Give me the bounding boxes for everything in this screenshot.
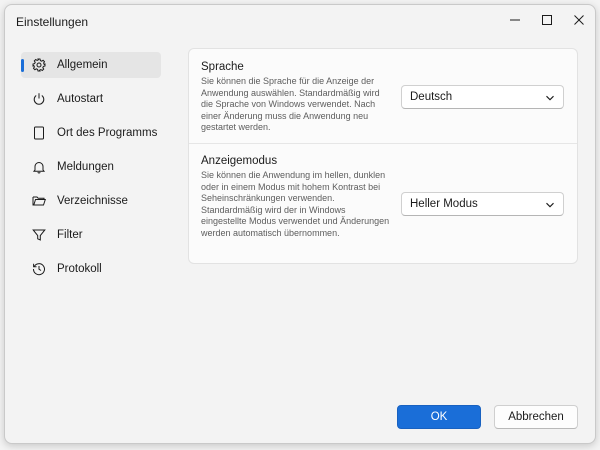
language-description: Sie können die Sprache für die Anzeige d… [201, 76, 380, 133]
ok-button[interactable]: OK [397, 405, 481, 429]
sidebar-item-ort-des-programms[interactable]: Ort des Programms [21, 120, 161, 146]
sidebar-item-label: Meldungen [57, 161, 114, 173]
sidebar: Allgemein Autostart Ort des Programms Me… [21, 52, 161, 290]
document-icon [31, 125, 47, 141]
language-dropdown[interactable]: Deutsch [401, 85, 564, 109]
settings-window: Einstellungen Allgemein Autostart Ort de… [4, 4, 596, 444]
bell-icon [31, 159, 47, 175]
sidebar-item-label: Allgemein [57, 59, 108, 71]
filter-icon [31, 227, 47, 243]
folder-icon [31, 193, 47, 209]
chevron-down-icon [545, 93, 555, 106]
language-title: Sprache [201, 61, 244, 73]
minimize-button[interactable] [499, 5, 531, 35]
history-icon [31, 261, 47, 277]
sidebar-item-label: Protokoll [57, 263, 102, 275]
sidebar-item-label: Filter [57, 229, 83, 241]
settings-card: Sprache Sie können die Sprache für die A… [188, 48, 578, 264]
power-icon [31, 91, 47, 107]
minimize-icon [510, 15, 520, 25]
sidebar-item-label: Ort des Programms [57, 127, 158, 139]
sidebar-item-label: Verzeichnisse [57, 195, 128, 207]
maximize-icon [542, 15, 552, 25]
sidebar-item-allgemein[interactable]: Allgemein [21, 52, 161, 78]
sidebar-item-verzeichnisse[interactable]: Verzeichnisse [21, 188, 161, 214]
sidebar-item-meldungen[interactable]: Meldungen [21, 154, 161, 180]
display-mode-setting: Anzeigemodus Sie können die Anwendung im… [189, 144, 577, 265]
display-mode-selected-value: Heller Modus [410, 198, 478, 210]
maximize-button[interactable] [531, 5, 563, 35]
window-title: Einstellungen [16, 15, 89, 29]
sidebar-item-autostart[interactable]: Autostart [21, 86, 161, 112]
language-selected-value: Deutsch [410, 91, 453, 103]
cancel-button[interactable]: Abbrechen [494, 405, 578, 429]
display-mode-title: Anzeigemodus [201, 155, 278, 167]
sidebar-item-label: Autostart [57, 93, 104, 105]
close-icon [574, 15, 584, 25]
chevron-down-icon [545, 200, 555, 213]
language-setting: Sprache Sie können die Sprache für die A… [189, 49, 577, 144]
display-mode-description: Sie können die Anwendung im hellen, dunk… [201, 170, 390, 238]
window-controls [499, 5, 595, 35]
sidebar-item-filter[interactable]: Filter [21, 222, 161, 248]
gear-icon [31, 57, 47, 73]
close-button[interactable] [563, 5, 595, 35]
sidebar-item-protokoll[interactable]: Protokoll [21, 256, 161, 282]
title-bar: Einstellungen [5, 5, 595, 39]
display-mode-dropdown[interactable]: Heller Modus [401, 192, 564, 216]
